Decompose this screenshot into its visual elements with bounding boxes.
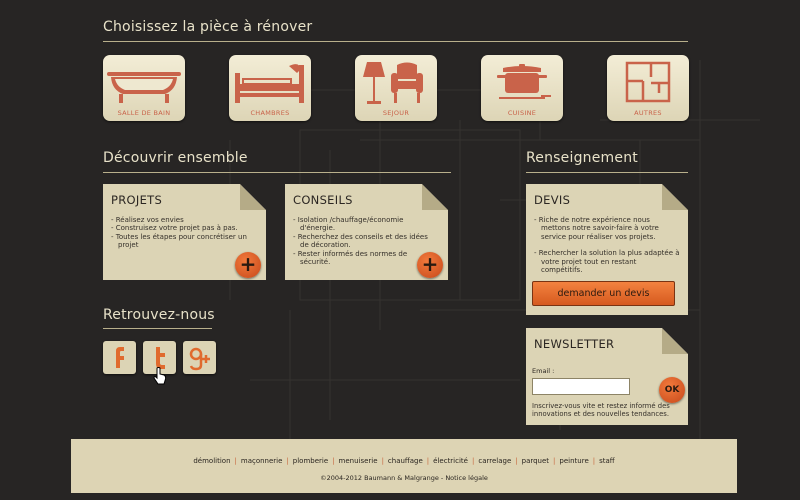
bathtub-icon: [107, 72, 181, 103]
request-quote-button[interactable]: demander un devis: [532, 281, 675, 306]
facebook-icon: [116, 347, 124, 368]
conseils-title: CONSEILS: [293, 193, 353, 207]
bed-icon: [235, 64, 304, 103]
room-label: SALLE DE BAIN: [117, 109, 171, 117]
newsletter-text: Inscrivez-vous vite et restez informé de…: [532, 402, 670, 419]
list-item: - Toutes les étapes pour concrétiser un …: [111, 232, 247, 250]
newsletter-card: NEWSLETTER Email : Inscrivez-vous vite e…: [526, 328, 688, 425]
newsletter-title: NEWSLETTER: [534, 337, 615, 351]
devis-title: DEVIS: [534, 193, 571, 207]
conseils-more-button[interactable]: +: [417, 252, 443, 278]
list-item: - Construisez votre projet pas à pas.: [111, 224, 238, 233]
rooms-divider: [103, 41, 688, 42]
discover-section-title: Découvrir ensemble: [103, 150, 248, 166]
card-fold: [662, 328, 688, 354]
room-autres[interactable]: AUTRES: [607, 55, 689, 121]
card-fold: [240, 184, 266, 210]
footer-link-electricite[interactable]: électricité: [433, 457, 468, 465]
footer: démolition | maçonnerie | plomberie | menuiser…: [71, 439, 737, 493]
footer-link-menuiserie[interactable]: menuiserie: [339, 457, 378, 465]
room-salle-de-bain[interactable]: SALLE DE BAIN: [103, 55, 185, 121]
list-item: - Riche de notre expérience nous mettons…: [534, 216, 659, 241]
conseils-list: - Isolation /chauffage/économie d'énergi…: [293, 216, 434, 266]
card-fold: [662, 184, 688, 210]
list-item: - Rechercher la solution la plus adaptée…: [534, 249, 680, 275]
floor-plan-icon: [625, 61, 671, 103]
footer-link-demolition[interactable]: démolition: [193, 457, 230, 465]
footer-link-parquet[interactable]: parquet: [522, 457, 549, 465]
hand-cursor-icon: [153, 367, 167, 385]
lamp-armchair-icon: [363, 62, 423, 104]
room-label: SEJOUR: [382, 109, 410, 117]
card-fold: [422, 184, 448, 210]
conseils-card: CONSEILS - Isolation /chauffage/économie…: [285, 184, 448, 280]
social-divider: [103, 328, 212, 329]
info-divider: [526, 172, 688, 173]
footer-link-plomberie[interactable]: plomberie: [293, 457, 328, 465]
newsletter-ok-button[interactable]: OK: [659, 377, 685, 403]
google-plus-icon: [189, 347, 210, 371]
footer-links: démolition | maçonnerie | plomberie | menuiser…: [193, 457, 615, 465]
room-sejour[interactable]: SEJOUR: [355, 55, 437, 121]
projets-card: PROJETS - Réalisez vos envies - Construi…: [103, 184, 266, 280]
room-label: CUISINE: [507, 109, 537, 117]
list-item: - Réalisez vos envies: [111, 216, 184, 224]
projets-list: - Réalisez vos envies - Construisez votr…: [111, 216, 252, 250]
google-plus-link[interactable]: [183, 341, 216, 374]
email-field[interactable]: [532, 378, 630, 395]
projets-more-button[interactable]: +: [235, 252, 261, 278]
list-item: - Rester informés des normes de sécurité…: [293, 249, 408, 267]
facebook-link[interactable]: [103, 341, 136, 374]
copyright[interactable]: ©2004-2012 Baumann & Malgrange - Notice …: [71, 474, 737, 482]
room-cuisine[interactable]: CUISINE: [481, 55, 563, 121]
discover-divider: [103, 172, 451, 173]
info-section-title: Renseignement: [526, 150, 638, 166]
footer-link-maconnerie[interactable]: maçonnerie: [241, 457, 283, 465]
email-label: Email :: [532, 367, 555, 375]
rooms-section-title: Choisissez la pièce à rénover: [103, 19, 313, 35]
projets-title: PROJETS: [111, 193, 163, 207]
room-label: AUTRES: [634, 109, 662, 117]
room-chambres[interactable]: CHAMBRES: [229, 55, 311, 121]
footer-link-carrelage[interactable]: carrelage: [478, 457, 511, 465]
list-item: - Recherchez des conseils et des idées d…: [293, 232, 428, 250]
footer-link-chauffage[interactable]: chauffage: [388, 457, 423, 465]
devis-list: - Riche de notre expérience nous mettons…: [534, 216, 680, 274]
cooking-pot-icon: [497, 64, 551, 99]
footer-link-staff[interactable]: staff: [599, 457, 615, 465]
social-section-title: Retrouvez-nous: [103, 307, 215, 323]
list-item: - Isolation /chauffage/économie d'énergi…: [293, 216, 404, 233]
footer-link-peinture[interactable]: peinture: [559, 457, 588, 465]
room-label: CHAMBRES: [250, 109, 290, 117]
